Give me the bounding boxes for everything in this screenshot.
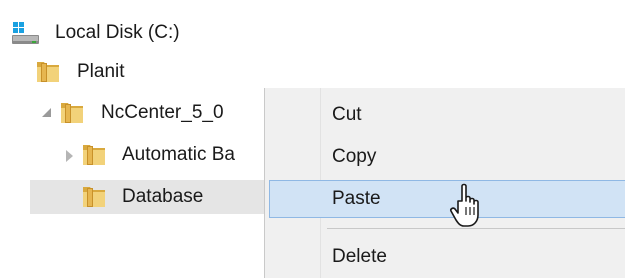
menu-item-delete[interactable]: Delete bbox=[269, 238, 625, 276]
tree-item-label: Local Disk (C:) bbox=[55, 22, 180, 43]
tree-item-planit[interactable]: Planit bbox=[0, 55, 300, 89]
context-menu: Cut Copy Paste Delete bbox=[264, 88, 625, 278]
tree-item-label: Automatic Ba bbox=[122, 144, 235, 165]
folder-icon bbox=[82, 143, 106, 166]
collapse-arrow-icon[interactable] bbox=[66, 150, 73, 162]
menu-item-copy[interactable]: Copy bbox=[269, 138, 625, 176]
drive-icon bbox=[12, 22, 40, 46]
hand-pointer-icon bbox=[449, 183, 487, 229]
menu-item-cut[interactable]: Cut bbox=[269, 96, 625, 134]
folder-icon bbox=[60, 101, 84, 124]
tree-item-nccenter[interactable]: NcCenter_5_0 bbox=[0, 96, 264, 130]
folder-icon bbox=[36, 60, 60, 83]
tree-item-label: NcCenter_5_0 bbox=[101, 102, 224, 123]
tree-item-label: Planit bbox=[77, 61, 125, 82]
tree-item-database[interactable]: Database bbox=[30, 180, 264, 214]
folder-icon bbox=[82, 185, 106, 208]
menu-item-label: Delete bbox=[332, 246, 387, 267]
tree-item-label: Database bbox=[122, 186, 204, 207]
menu-item-label: Copy bbox=[332, 146, 377, 167]
menu-item-label: Paste bbox=[332, 188, 381, 209]
tree-item-local-disk[interactable]: Local Disk (C:) bbox=[0, 16, 300, 50]
expand-arrow-icon[interactable] bbox=[42, 108, 51, 117]
menu-item-label: Cut bbox=[332, 104, 362, 125]
tree-item-automatic-backup[interactable]: Automatic Ba bbox=[0, 138, 264, 172]
menu-item-paste[interactable]: Paste bbox=[269, 180, 625, 218]
